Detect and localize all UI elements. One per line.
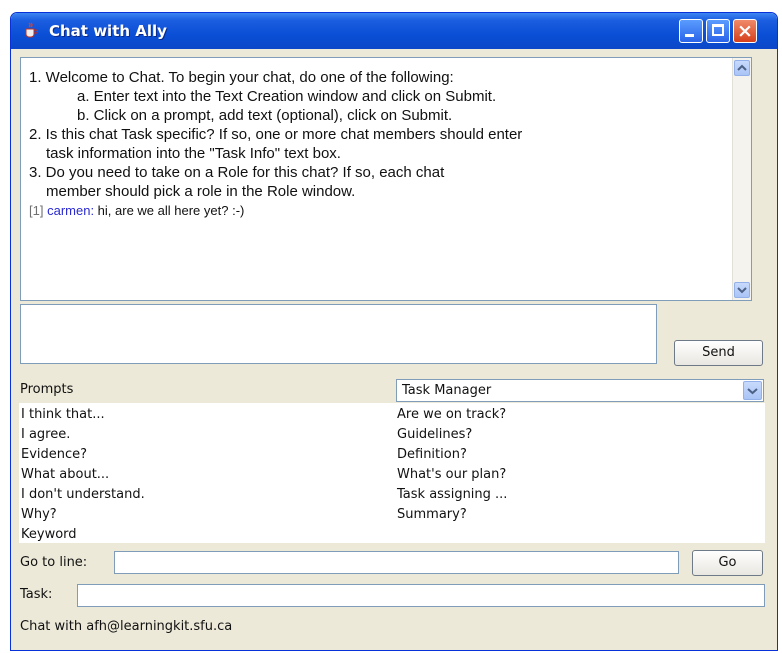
prompts-label: Prompts <box>20 382 74 397</box>
instruction-line: 1. Welcome to Chat. To begin your chat, … <box>29 69 454 86</box>
task-input[interactable] <box>77 584 765 607</box>
prompt-item[interactable]: Task assigning ... <box>397 485 507 505</box>
chevron-down-icon <box>747 388 758 395</box>
prompt-item[interactable]: What about... <box>21 465 145 485</box>
title-bar[interactable]: Chat with Ally × <box>11 13 777 49</box>
message-text: hi, are we all here yet? :-) <box>94 203 245 218</box>
prompt-item[interactable]: What's our plan? <box>397 465 507 485</box>
prompt-item[interactable]: Why? <box>21 505 145 525</box>
chevron-up-icon <box>737 64 747 71</box>
role-select-arrow[interactable] <box>743 381 762 400</box>
maximize-button[interactable] <box>706 19 730 43</box>
status-text: Chat with afh@learningkit.sfu.ca <box>20 619 233 634</box>
prompt-item[interactable]: Are we on track? <box>397 405 507 425</box>
prompt-item[interactable]: I don't understand. <box>21 485 145 505</box>
prompt-column-left: I think that... I agree. Evidence? What … <box>21 405 145 545</box>
instruction-line: 2. Is this chat Task specific? If so, on… <box>29 126 523 143</box>
maximize-icon <box>712 24 724 36</box>
instruction-line: a. Enter text into the Text Creation win… <box>77 88 497 105</box>
prompt-item[interactable]: I agree. <box>21 425 145 445</box>
task-label: Task: <box>20 587 53 602</box>
prompt-item[interactable]: Guidelines? <box>397 425 507 445</box>
instruction-line: member should pick a role in the Role wi… <box>46 183 356 200</box>
scroll-down-button[interactable] <box>734 282 750 298</box>
send-button[interactable]: Send <box>674 340 763 366</box>
prompt-item[interactable]: Summary? <box>397 505 507 525</box>
prompt-list: I think that... I agree. Evidence? What … <box>19 403 765 543</box>
message-input[interactable] <box>20 304 657 364</box>
chat-message: [1] carmen: hi, are we all here yet? :-) <box>29 201 729 220</box>
chat-transcript[interactable]: 1. Welcome to Chat. To begin your chat, … <box>20 57 752 301</box>
go-button[interactable]: Go <box>692 550 763 576</box>
role-select-value: Task Manager <box>402 383 492 398</box>
goto-line-label: Go to line: <box>20 555 88 570</box>
chevron-down-icon <box>737 287 747 294</box>
message-index: [1] <box>29 203 44 218</box>
minimize-icon <box>685 34 694 37</box>
prompt-column-right: Are we on track? Guidelines? Definition?… <box>397 405 507 525</box>
instruction-line: task information into the "Task Info" te… <box>46 145 341 162</box>
prompt-item[interactable]: Definition? <box>397 445 507 465</box>
close-icon: × <box>737 20 753 42</box>
transcript-content: 1. Welcome to Chat. To begin your chat, … <box>29 68 729 220</box>
close-button[interactable]: × <box>733 19 757 43</box>
prompt-item[interactable]: I think that... <box>21 405 145 425</box>
window-title: Chat with Ally <box>49 22 167 40</box>
instruction-line: 3. Do you need to take on a Role for thi… <box>29 164 445 181</box>
goto-line-input[interactable] <box>114 551 679 574</box>
prompt-item[interactable]: Evidence? <box>21 445 145 465</box>
message-user: carmen: <box>47 203 95 218</box>
transcript-scrollbar[interactable] <box>732 58 751 300</box>
role-select[interactable]: Task Manager <box>396 379 764 402</box>
minimize-button[interactable] <box>679 19 703 43</box>
instruction-line: b. Click on a prompt, add text (optional… <box>77 107 453 124</box>
prompt-item[interactable]: Keyword <box>21 525 145 545</box>
scroll-up-button[interactable] <box>734 60 750 76</box>
java-cup-icon <box>25 22 38 38</box>
